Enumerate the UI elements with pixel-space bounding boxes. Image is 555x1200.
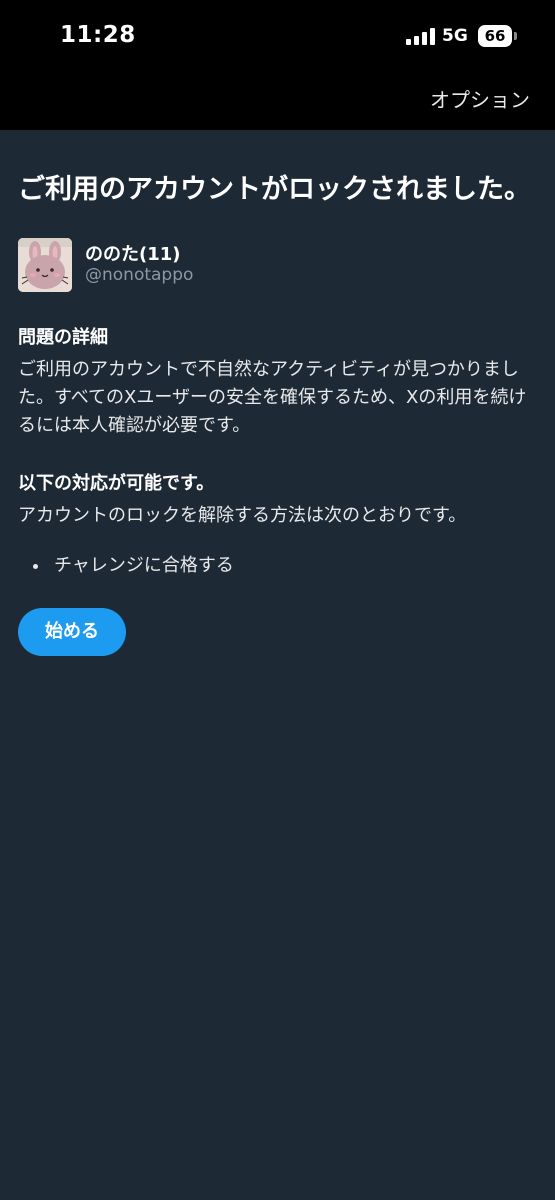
battery-icon: 66 [478, 25, 512, 47]
bunny-avatar-icon [18, 238, 72, 292]
network-type: 5G [442, 26, 468, 46]
details-text: ご利用のアカウントで不自然なアクティビティが見つかりました。すべてのXユーザーの… [18, 359, 527, 436]
page-title: ご利用のアカウントがロックされました。 [18, 174, 531, 205]
cellular-signal-icon [406, 28, 436, 45]
options-heading: 以下の対応が可能です。 [18, 473, 215, 494]
main-content: ご利用のアカウントがロックされました。 ののた(11) @nonotappo 問… [18, 130, 537, 656]
display-name: ののた(11) [85, 244, 181, 265]
account-card: ののた(11) @nonotappo [18, 238, 537, 294]
status-time: 11:28 [60, 22, 136, 48]
unlock-methods-list: チャレンジに合格する [18, 552, 537, 580]
nav-bar: オプション [0, 74, 555, 130]
list-item: チャレンジに合格する [50, 552, 537, 580]
status-bar: 11:28 5G 66 [0, 0, 555, 74]
start-button[interactable]: 始める [18, 608, 126, 656]
options-text: アカウントのロックを解除する方法は次のとおりです。 [18, 505, 467, 526]
options-button[interactable]: オプション [430, 84, 530, 113]
battery-tip [514, 32, 517, 40]
avatar [18, 238, 72, 292]
user-handle: @nonotappo [85, 265, 194, 285]
details-heading: 問題の詳細 [18, 327, 108, 348]
